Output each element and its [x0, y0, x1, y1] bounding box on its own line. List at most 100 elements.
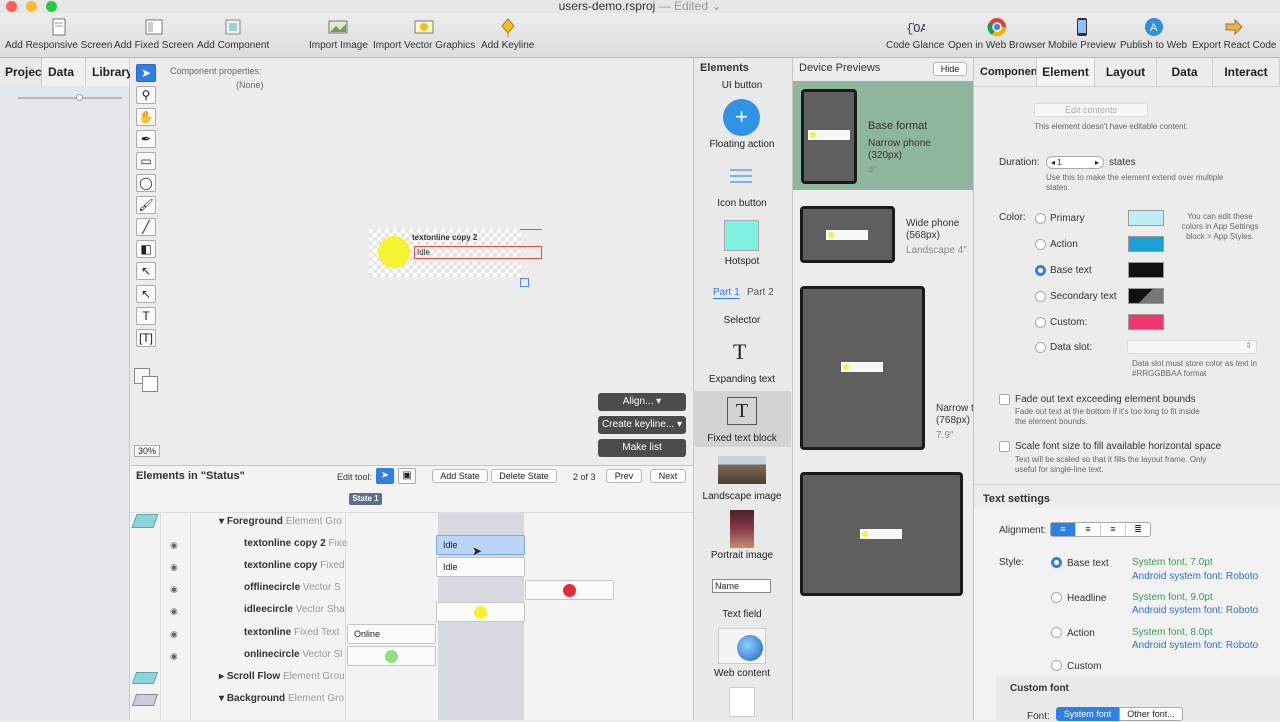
- open-in-web-browser-button[interactable]: Open in Web Browser: [948, 17, 1046, 51]
- color-primary-radio[interactable]: [1035, 213, 1046, 224]
- icon-button-label[interactable]: Icon button: [693, 198, 791, 209]
- add-state-button[interactable]: Add State: [432, 469, 488, 483]
- landscape-image-label[interactable]: Landscape image: [693, 491, 791, 502]
- font-other-button[interactable]: Other font...: [1119, 707, 1183, 721]
- idle-circle[interactable]: [378, 236, 410, 268]
- fixed-text-block-icon[interactable]: T: [727, 397, 757, 425]
- style-action-radio[interactable]: [1051, 627, 1062, 638]
- visibility-icon[interactable]: ◉: [170, 584, 178, 595]
- add-component-button[interactable]: Add Component: [197, 17, 269, 51]
- color-data-slot-radio[interactable]: [1035, 342, 1046, 353]
- text-block-tool[interactable]: [T]: [136, 329, 156, 347]
- state-badge[interactable]: State 1: [349, 493, 382, 505]
- gradient-tool[interactable]: ◧: [136, 240, 156, 258]
- data-slot-select[interactable]: ⇕: [1127, 340, 1257, 354]
- alignment-control[interactable]: ≡ ≡ ≡ ≣: [1050, 522, 1151, 537]
- selector-part2[interactable]: Part 2: [747, 287, 774, 298]
- duration-stepper[interactable]: ◂ 1 ▸: [1046, 156, 1104, 169]
- expanding-text-icon[interactable]: T: [733, 339, 746, 365]
- tab-component[interactable]: Componen: [974, 58, 1037, 86]
- edit-tool-state[interactable]: ▣: [398, 468, 416, 484]
- mobile-preview-button[interactable]: Mobile Preview: [1048, 17, 1116, 51]
- landscape-image-icon[interactable]: [718, 456, 766, 484]
- primary-color-swatch[interactable]: [1128, 210, 1164, 226]
- hotspot-label[interactable]: Hotspot: [693, 256, 791, 267]
- fade-out-checkbox[interactable]: [999, 394, 1010, 405]
- selected-text-element[interactable]: Idle: [414, 246, 542, 259]
- pen-tool[interactable]: ✒: [136, 130, 156, 148]
- prev-state-button[interactable]: Prev: [606, 469, 642, 483]
- import-vector-graphics-button[interactable]: Import Vector Graphics: [373, 17, 475, 51]
- floating-action-label[interactable]: Floating action: [693, 139, 791, 150]
- row-foreground[interactable]: ▾ Foreground Element Gro: [219, 516, 342, 527]
- row-textonline-copy[interactable]: textonline copy Fixed: [244, 560, 345, 571]
- color-custom-radio[interactable]: [1035, 317, 1046, 328]
- web-content-label[interactable]: Web content: [693, 668, 791, 679]
- tab-project[interactable]: Project: [0, 58, 46, 86]
- secondary-text-color-swatch[interactable]: [1128, 288, 1164, 304]
- select-tool[interactable]: ➤: [136, 64, 156, 82]
- ui-button-label[interactable]: UI button: [693, 80, 791, 91]
- tab-library[interactable]: Library: [86, 58, 133, 86]
- row-textonline-copy-2[interactable]: textonline copy 2 Fixe: [244, 538, 347, 549]
- expanding-text-label[interactable]: Expanding text: [693, 374, 791, 385]
- tab-data[interactable]: Data: [42, 58, 86, 86]
- icon-button-icon[interactable]: [730, 166, 752, 186]
- zoom-level[interactable]: 30%: [134, 445, 160, 457]
- visibility-icon[interactable]: ◉: [170, 562, 178, 573]
- row-background[interactable]: ▾ Background Element Gro: [219, 693, 344, 704]
- tab-element[interactable]: Element: [1037, 58, 1095, 86]
- add-keyline-button[interactable]: Add Keyline: [481, 17, 534, 51]
- resize-handle[interactable]: [520, 278, 529, 287]
- edit-contents-button[interactable]: Edit contents: [1034, 103, 1148, 117]
- web-content-icon[interactable]: [718, 628, 766, 664]
- visibility-icon[interactable]: ◉: [170, 651, 178, 662]
- text-field-icon[interactable]: Name: [712, 579, 771, 593]
- rectangle-tool[interactable]: ▭: [136, 152, 156, 170]
- direct-select-tool[interactable]: ↖: [136, 262, 156, 280]
- brush-tool[interactable]: 🖌: [136, 196, 156, 214]
- row-textonline[interactable]: textonline Fixed Text: [244, 627, 339, 638]
- visibility-icon[interactable]: ◉: [170, 629, 178, 640]
- floating-action-icon[interactable]: +: [723, 99, 760, 136]
- tab-layout[interactable]: Layout: [1095, 58, 1157, 86]
- publish-to-web-button[interactable]: A Publish to Web: [1120, 17, 1187, 51]
- selector-part1[interactable]: Part 1: [713, 287, 740, 299]
- export-react-code-button[interactable]: Export React Code: [1192, 17, 1277, 51]
- align-right-icon[interactable]: ≡: [1100, 523, 1125, 536]
- make-list-button[interactable]: Make list: [598, 439, 686, 457]
- add-fixed-screen-button[interactable]: Add Fixed Screen: [114, 17, 194, 51]
- color-action-radio[interactable]: [1035, 239, 1046, 250]
- tab-interact[interactable]: Interact: [1213, 58, 1280, 86]
- next-state-button[interactable]: Next: [650, 469, 686, 483]
- scale-font-checkbox[interactable]: [999, 441, 1010, 452]
- hotspot-icon[interactable]: [724, 220, 759, 251]
- import-image-button[interactable]: Import Image: [309, 17, 368, 51]
- color-base-text-radio[interactable]: [1035, 265, 1046, 276]
- align-justify-icon[interactable]: ≣: [1125, 523, 1150, 536]
- base-text-color-swatch[interactable]: [1128, 262, 1164, 278]
- style-custom-radio[interactable]: [1051, 660, 1062, 671]
- align-center-icon[interactable]: ≡: [1075, 523, 1100, 536]
- align-button[interactable]: Align... ▾: [598, 393, 686, 411]
- fixed-text-block-label[interactable]: Fixed text block: [693, 433, 791, 444]
- hide-previews-button[interactable]: Hide: [933, 62, 967, 76]
- code-glance-button[interactable]: {ὈA}Code Glance: [886, 17, 944, 51]
- point-select-tool[interactable]: ↖: [136, 285, 156, 303]
- row-offlinecircle[interactable]: offlinecircle Vector S: [244, 582, 341, 593]
- row-onlinecircle[interactable]: onlinecircle Vector Sl: [244, 649, 342, 660]
- style-base-text-radio[interactable]: [1051, 557, 1062, 568]
- color-secondary-text-radio[interactable]: [1035, 291, 1046, 302]
- visibility-icon[interactable]: ◉: [170, 606, 178, 617]
- portrait-image-icon[interactable]: [730, 510, 754, 548]
- add-responsive-screen-button[interactable]: Add Responsive Screen: [5, 17, 112, 51]
- line-tool[interactable]: ╱: [136, 218, 156, 236]
- row-scroll-flow[interactable]: ▸ Scroll Flow Element Grou: [219, 671, 345, 682]
- font-system-button[interactable]: System font: [1056, 707, 1119, 721]
- style-headline-radio[interactable]: [1051, 592, 1062, 603]
- tab-data[interactable]: Data: [1157, 58, 1213, 86]
- zoom-slider-thumb[interactable]: [76, 94, 83, 101]
- eyedropper-tool[interactable]: ⚲: [136, 86, 156, 104]
- zoom-slider[interactable]: [18, 97, 122, 99]
- ellipse-tool[interactable]: ◯: [136, 174, 156, 192]
